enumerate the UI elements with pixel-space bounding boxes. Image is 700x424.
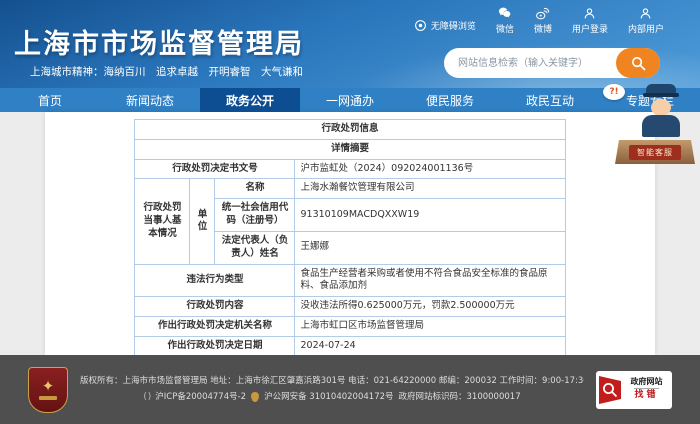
gov-emblem-icon: ✦ — [28, 367, 68, 413]
copyright-line: 版权所有：上海市市场监督管理局 地址：上海市徐汇区肇嘉浜路301号 电话：021… — [80, 375, 584, 388]
table-row: 行政处罚当事人基本情况 单位 名称 上海水瀚餐饮管理有限公司 — [135, 179, 565, 199]
error-badge-top: 政府网站 — [631, 377, 663, 387]
search-bar — [444, 48, 660, 78]
unit-label: 单位 — [190, 179, 215, 264]
table-row: 作出行政处罚决定日期 2024-07-24 — [135, 336, 565, 356]
nav-item-news[interactable]: 新闻动态 — [100, 88, 200, 112]
violation-type-label: 违法行为类型 — [135, 264, 295, 297]
internal-user-label: 内部用户 — [628, 22, 664, 35]
speech-bubble: ?! — [603, 84, 625, 100]
error-badge-bottom: 找错 — [634, 388, 658, 401]
company-name-label: 名称 — [215, 179, 295, 199]
wechat-icon — [497, 7, 512, 20]
site-header: 无障碍浏览 微信 微博 用户登录 — [0, 0, 700, 88]
table-row: 行政处罚内容 没收违法所得0.625000万元，罚款2.500000万元 — [135, 297, 565, 317]
ai-service-podium[interactable]: 智能客服 — [615, 140, 695, 164]
user-icon — [583, 7, 596, 20]
ai-service-label: 智能客服 — [629, 145, 681, 160]
weibo-link[interactable]: 微博 — [534, 7, 552, 35]
doc-no-label: 行政处罚决定书文号 — [135, 159, 295, 179]
accessibility-link[interactable]: 无障碍浏览 — [414, 19, 476, 35]
decision-date-value: 2024-07-24 — [295, 336, 565, 356]
accessibility-label: 无障碍浏览 — [431, 19, 476, 32]
violation-type-value: 食品生产经营者采购或者使用不符合食品安全标准的食品原料、食品添加剂 — [295, 264, 565, 297]
utility-bar: 无障碍浏览 微信 微博 用户登录 — [414, 7, 664, 35]
credit-code-label: 统一社会信用代码（注册号） — [215, 199, 295, 232]
search-icon — [630, 55, 647, 72]
icp-icon: ( ) — [143, 391, 150, 405]
registration-line: ( ) 沪ICP备20004774号-2 沪公网安备 3101040200417… — [80, 391, 584, 405]
wechat-label: 微信 — [496, 22, 514, 35]
nav-item-public-service[interactable]: 便民服务 — [400, 88, 500, 112]
site-title: 上海市市场监督管理局 — [14, 22, 304, 61]
site-footer: ✦ 版权所有：上海市市场监督管理局 地址：上海市徐汇区肇嘉浜路301号 电话：0… — [0, 355, 700, 424]
weibo-icon — [535, 7, 550, 20]
nav-item-gov-disclosure[interactable]: 政务公开 — [200, 88, 300, 112]
doc-no-value: 沪市监虹处（2024）092024001136号 — [295, 159, 565, 179]
user-login-link[interactable]: 用户登录 — [572, 7, 608, 35]
error-badge-text: 政府网站 找错 — [624, 377, 669, 401]
decision-date-label: 作出行政处罚决定日期 — [135, 336, 295, 356]
icp-record-link[interactable]: 沪ICP备20004774号-2 — [155, 391, 246, 404]
user-icon — [639, 7, 652, 20]
internal-user-link[interactable]: 内部用户 — [628, 7, 664, 35]
authority-value: 上海市虹口区市场监督管理局 — [295, 316, 565, 336]
penalty-content-label: 行政处罚内容 — [135, 297, 295, 317]
legal-rep-label: 法定代表人（负责人）姓名 — [215, 231, 295, 264]
wechat-link[interactable]: 微信 — [496, 7, 514, 35]
search-button[interactable] — [616, 48, 660, 78]
mascot-officer-icon — [639, 84, 683, 138]
table-subtitle: 详情摘要 — [135, 139, 565, 159]
table-row: 详情摘要 — [135, 139, 565, 159]
credit-code-value: 91310109MACDQXXW19 — [295, 199, 565, 232]
city-spirit-slogan: 上海城市精神：海纳百川 追求卓越 开明睿智 大气谦和 — [30, 64, 303, 79]
error-magnifier-icon — [599, 376, 621, 404]
weibo-label: 微博 — [534, 22, 552, 35]
page: 无障碍浏览 微信 微博 用户登录 — [0, 0, 700, 424]
nav-item-home[interactable]: 首页 — [0, 88, 100, 112]
nav-item-one-stop[interactable]: 一网通办 — [300, 88, 400, 112]
police-record-link[interactable]: 沪公网安备 31010402004172号 — [264, 391, 393, 404]
error-report-badge[interactable]: 政府网站 找错 — [596, 371, 672, 409]
penalty-content-value: 没收违法所得0.625000万元，罚款2.500000万元 — [295, 297, 565, 317]
table-row: 违法行为类型 食品生产经营者采购或者使用不符合食品安全标准的食品原料、食品添加剂 — [135, 264, 565, 297]
content-area: 行政处罚信息 详情摘要 行政处罚决定书文号 沪市监虹处（2024）0920240… — [45, 112, 655, 355]
police-badge-icon — [251, 392, 259, 402]
nav-item-interaction[interactable]: 政民互动 — [500, 88, 600, 112]
ai-assistant-widget[interactable]: ?! 智能客服 — [601, 84, 695, 164]
table-title: 行政处罚信息 — [135, 120, 565, 140]
table-row: 行政处罚决定书文号 沪市监虹处（2024）092024001136号 — [135, 159, 565, 179]
authority-label: 作出行政处罚决定机关名称 — [135, 316, 295, 336]
table-row: 作出行政处罚决定机关名称 上海市虹口区市场监督管理局 — [135, 316, 565, 336]
legal-rep-value: 王娜娜 — [295, 231, 565, 264]
penalty-table: 行政处罚信息 详情摘要 行政处罚决定书文号 沪市监虹处（2024）0920240… — [134, 119, 565, 376]
site-id-code: 政府网站标识码：3100000017 — [399, 391, 521, 404]
eye-icon — [414, 19, 427, 32]
user-login-label: 用户登录 — [572, 22, 608, 35]
table-row: 行政处罚信息 — [135, 120, 565, 140]
party-basic-info-label: 行政处罚当事人基本情况 — [135, 179, 190, 264]
footer-text: 版权所有：上海市市场监督管理局 地址：上海市徐汇区肇嘉浜路301号 电话：021… — [80, 375, 584, 404]
main-nav: 首页 新闻动态 政务公开 一网通办 便民服务 政民互动 专题专栏 — [0, 88, 700, 112]
company-name-value: 上海水瀚餐饮管理有限公司 — [295, 179, 565, 199]
